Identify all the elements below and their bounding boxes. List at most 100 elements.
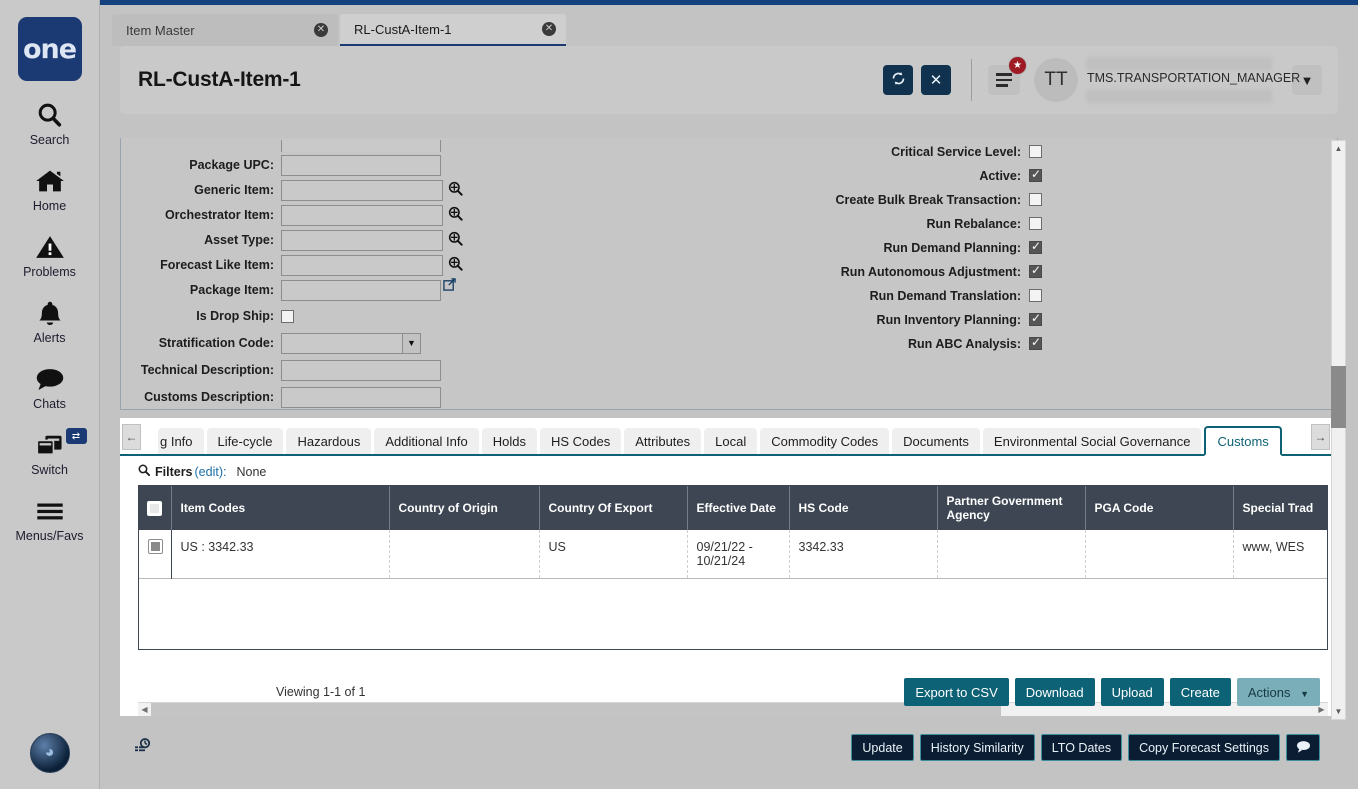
history-similarity-button[interactable]: History Similarity	[920, 734, 1035, 761]
external-link-icon[interactable]	[443, 278, 456, 294]
checkbox-is-drop-ship[interactable]	[281, 310, 294, 323]
column-header-partner-government-agency[interactable]: Partner Government Agency	[937, 486, 1085, 530]
tabs-scroll-left-button[interactable]: ←	[122, 424, 141, 450]
checkbox-run-abc-analysis[interactable]	[1029, 337, 1042, 350]
form-row-active: Active:	[829, 164, 1109, 187]
refresh-button[interactable]	[883, 65, 913, 95]
select-stratification-code[interactable]: ▼	[281, 333, 421, 354]
label-run-abc-analysis: Run ABC Analysis:	[829, 337, 1029, 351]
column-header-country-of-export[interactable]: Country Of Export	[539, 486, 687, 530]
tab-hs-codes[interactable]: HS Codes	[540, 428, 621, 454]
header-menu-button[interactable]: ★	[988, 65, 1020, 95]
input-orchestrator-item[interactable]	[281, 205, 443, 226]
actions-label: Actions	[1248, 685, 1291, 700]
input-asset-type[interactable]	[281, 230, 443, 251]
create-button[interactable]: Create	[1170, 678, 1231, 706]
download-button[interactable]: Download	[1015, 678, 1095, 706]
tab-g-info[interactable]: g Info	[158, 428, 204, 454]
column-header-pga-code[interactable]: PGA Code	[1085, 486, 1233, 530]
avatar[interactable]: TT	[1034, 58, 1078, 102]
column-header-hs-code[interactable]: HS Code	[789, 486, 937, 530]
tab-hazardous[interactable]: Hazardous	[286, 428, 371, 454]
input-package-item[interactable]	[281, 280, 441, 301]
rail-item-menus-favs[interactable]: Menus/Favs	[0, 494, 100, 543]
filters-edit-link[interactable]: (edit):	[195, 465, 227, 479]
chat-button[interactable]	[1286, 734, 1320, 761]
input-forecast-like-item[interactable]	[281, 255, 443, 276]
column-header-special-trade[interactable]: Special Trad	[1233, 486, 1328, 530]
scroll-down-arrow-icon[interactable]: ▼	[1331, 704, 1346, 719]
clipped-input[interactable]	[281, 140, 441, 152]
column-header-item-codes[interactable]: Item Codes	[171, 486, 389, 530]
update-button[interactable]: Update	[851, 734, 913, 761]
label-stratification-code: Stratification Code:	[121, 336, 281, 350]
input-technical-description[interactable]	[281, 360, 441, 381]
page-vertical-scrollbar[interactable]: ▲ ▼	[1331, 140, 1346, 720]
close-icon[interactable]: ✕	[314, 23, 328, 37]
star-icon: ★	[1008, 56, 1027, 75]
user-info-block[interactable]: TMS.TRANSPORTATION_MANAGER	[1086, 57, 1276, 103]
tab-attributes[interactable]: Attributes	[624, 428, 701, 454]
history-clock-icon[interactable]	[134, 737, 152, 759]
lto-dates-button[interactable]: LTO Dates	[1041, 734, 1122, 761]
scroll-left-arrow-icon[interactable]: ◀	[138, 703, 151, 717]
rail-item-chats[interactable]: Chats	[0, 362, 100, 411]
rail-item-search[interactable]: Search	[0, 98, 100, 147]
lookup-search-icon[interactable]	[448, 231, 463, 250]
support-orb-icon[interactable]: ◕	[30, 733, 70, 773]
table-row[interactable]: US : 3342.33 US 09/21/22 - 10/21/24 3342…	[139, 530, 1328, 579]
tab-local[interactable]: Local	[704, 428, 757, 454]
row-checkbox[interactable]	[148, 539, 163, 554]
page-vscroll-track[interactable]	[1331, 156, 1346, 704]
rail-item-alerts[interactable]: Alerts	[0, 296, 100, 345]
checkbox-create-bulk-break-transaction[interactable]	[1029, 193, 1042, 206]
row-select-cell[interactable]	[139, 530, 171, 579]
grid-hscroll-thumb[interactable]	[151, 703, 1001, 717]
copy-forecast-settings-button[interactable]: Copy Forecast Settings	[1128, 734, 1280, 761]
input-package-upc[interactable]	[281, 155, 441, 176]
lookup-search-icon[interactable]	[448, 181, 463, 200]
upload-button[interactable]: Upload	[1101, 678, 1164, 706]
actions-dropdown-button[interactable]: Actions ▼	[1237, 678, 1320, 706]
workspace-tab-rl-custa-item-1[interactable]: RL-CustA-Item-1 ✕	[340, 14, 566, 46]
tab-holds[interactable]: Holds	[482, 428, 537, 454]
select-all-header[interactable]	[139, 486, 171, 530]
swap-arrows-icon[interactable]: ⇄	[66, 428, 87, 444]
checkbox-run-rebalance[interactable]	[1029, 217, 1042, 230]
cell-item-codes[interactable]: US : 3342.33	[171, 530, 389, 579]
checkbox-run-demand-planning[interactable]	[1029, 241, 1042, 254]
close-icon[interactable]: ✕	[542, 22, 556, 36]
checkbox-active[interactable]	[1029, 169, 1042, 182]
form-row-critical-service-level: Critical Service Level:	[829, 140, 1109, 163]
tab-life-cycle[interactable]: Life-cycle	[207, 428, 284, 454]
rail-item-home[interactable]: Home	[0, 164, 100, 213]
checkbox-run-demand-translation[interactable]	[1029, 289, 1042, 302]
form-row-run-rebalance: Run Rebalance:	[829, 212, 1109, 235]
filters-label: Filters	[155, 465, 193, 479]
column-header-country-of-origin[interactable]: Country of Origin	[389, 486, 539, 530]
tab-additional-info[interactable]: Additional Info	[374, 428, 478, 454]
checkbox-run-autonomous-adjustment[interactable]	[1029, 265, 1042, 278]
form-row-run-demand-translation: Run Demand Translation:	[829, 284, 1109, 307]
form-right-column: Critical Service Level: Active: Create B…	[829, 140, 1109, 410]
input-generic-item[interactable]	[281, 180, 443, 201]
tab-environmental-social-governance[interactable]: Environmental Social Governance	[983, 428, 1202, 454]
page-vscroll-thumb[interactable]	[1331, 366, 1346, 428]
close-page-button[interactable]: ✕	[921, 65, 951, 95]
lookup-search-icon[interactable]	[448, 206, 463, 225]
lookup-search-icon[interactable]	[448, 256, 463, 275]
tab-customs[interactable]: Customs	[1204, 426, 1281, 456]
checkbox-run-inventory-planning[interactable]	[1029, 313, 1042, 326]
workspace-tab-item-master[interactable]: Item Master ✕	[112, 14, 338, 46]
input-customs-description[interactable]	[281, 387, 441, 408]
select-all-checkbox[interactable]	[147, 501, 162, 516]
scroll-up-arrow-icon[interactable]: ▲	[1331, 141, 1346, 156]
rail-item-switch[interactable]: ⇄ Switch	[0, 428, 100, 477]
checkbox-critical-service-level[interactable]	[1029, 145, 1042, 158]
column-header-effective-date[interactable]: Effective Date	[687, 486, 789, 530]
tab-commodity-codes[interactable]: Commodity Codes	[760, 428, 889, 454]
export-to-csv-button[interactable]: Export to CSV	[904, 678, 1008, 706]
tab-documents[interactable]: Documents	[892, 428, 980, 454]
tabs-scroll-right-button[interactable]: →	[1311, 424, 1330, 450]
rail-item-problems[interactable]: Problems	[0, 230, 100, 279]
